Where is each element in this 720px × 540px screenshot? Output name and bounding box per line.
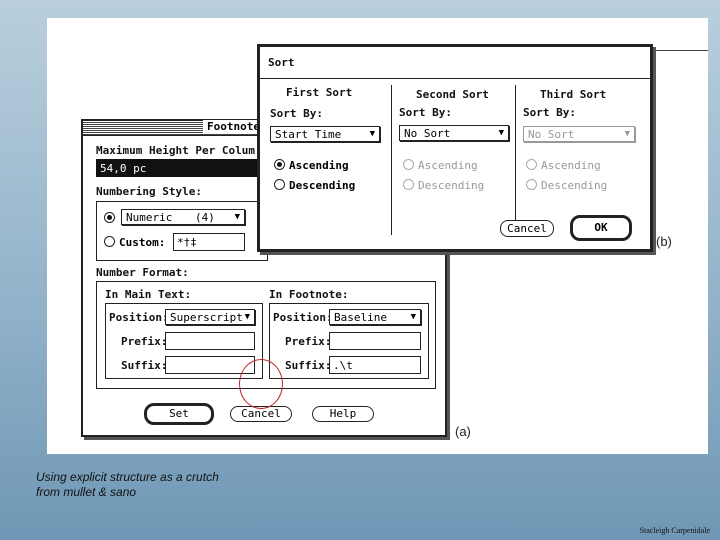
third-descending-radio[interactable]: Descending <box>526 179 607 192</box>
first-sort-heading: First Sort <box>286 86 353 99</box>
figure-label-b: (b) <box>656 234 672 249</box>
sort-cancel-button[interactable]: Cancel <box>500 220 554 237</box>
foot-suffix-value: .\t <box>333 359 353 372</box>
main-position-label: Position: <box>109 311 169 324</box>
first-sort-value: Start Time <box>275 128 342 141</box>
sort-dialog: Sort First Sort Sort By: Start Time ▼ As… <box>257 44 653 252</box>
numeric-option: Numeric <box>126 211 173 224</box>
sort-divider-1 <box>391 85 392 235</box>
annotation-circle <box>239 359 283 409</box>
sort-cancel-label: Cancel <box>507 222 547 235</box>
help-button[interactable]: Help <box>312 406 374 422</box>
numeric-radio-dot <box>104 212 115 223</box>
sort-divider-2 <box>515 85 516 235</box>
foot-position-value: Baseline <box>334 311 387 324</box>
third-sort-by-label: Sort By: <box>523 106 576 119</box>
custom-value: *†‡ <box>177 236 197 249</box>
chevron-down-icon: ▼ <box>369 129 375 139</box>
chevron-down-icon: ▼ <box>498 128 504 138</box>
second-descending-dot <box>403 179 414 190</box>
main-suffix-label: Suffix: <box>121 359 168 372</box>
second-sort-value: No Sort <box>404 127 451 140</box>
main-position-popup[interactable]: Superscript ▼ <box>165 309 255 325</box>
first-descending-radio[interactable]: Descending <box>274 179 355 192</box>
third-sort-popup[interactable]: No Sort ▼ <box>523 126 635 142</box>
numeric-value: (4) <box>194 211 215 224</box>
third-ascending-dot <box>526 159 537 170</box>
credit: Stacleigh Carpenidale <box>639 526 710 535</box>
footnote-title: Footnote <box>203 120 264 133</box>
foot-prefix-label: Prefix: <box>285 335 332 348</box>
help-button-label: Help <box>329 407 357 420</box>
numbering-style-label: Numbering Style: <box>96 185 202 198</box>
sort-title: Sort <box>268 56 295 69</box>
first-ascending-radio[interactable]: Ascending <box>274 159 349 172</box>
second-sort-by-label: Sort By: <box>399 106 452 119</box>
second-ascending-label: Ascending <box>418 159 478 172</box>
numeric-radio[interactable] <box>104 212 119 225</box>
set-button-label: Set <box>169 407 189 420</box>
first-descending-label: Descending <box>289 179 356 192</box>
max-height-field[interactable]: 54,0 pc <box>96 159 266 177</box>
custom-radio[interactable]: Custom: <box>104 236 165 249</box>
caption-line-1: Using explicit structure as a crutch <box>36 470 219 484</box>
second-descending-label: Descending <box>418 179 485 192</box>
second-sort-heading: Second Sort <box>416 88 489 101</box>
numeric-popup[interactable]: Numeric (4) ▼ <box>121 209 245 225</box>
first-ascending-dot <box>274 159 285 170</box>
max-height-label: Maximum Height Per Colum <box>96 144 255 157</box>
second-sort-popup[interactable]: No Sort ▼ <box>399 125 509 141</box>
chevron-down-icon: ▼ <box>624 129 630 139</box>
scanned-figure: Footnote Maximum Height Per Colum 54,0 p… <box>47 18 708 454</box>
ok-button-label: OK <box>594 221 608 234</box>
foot-suffix-field[interactable]: .\t <box>329 356 421 374</box>
first-sort-by-label: Sort By: <box>270 107 323 120</box>
foot-position-label: Position: <box>273 311 333 324</box>
third-sort-value: No Sort <box>528 128 575 141</box>
set-button[interactable]: Set <box>144 403 214 425</box>
main-prefix-field[interactable] <box>165 332 255 350</box>
chevron-down-icon: ▼ <box>410 312 416 322</box>
third-ascending-radio[interactable]: Ascending <box>526 159 601 172</box>
caption: Using explicit structure as a crutch fro… <box>36 470 219 500</box>
custom-radio-dot <box>104 236 115 247</box>
third-sort-heading: Third Sort <box>540 88 607 101</box>
ok-button[interactable]: OK <box>570 215 632 241</box>
first-sort-popup[interactable]: Start Time ▼ <box>270 126 380 142</box>
sort-title-rule <box>260 78 650 79</box>
chevron-down-icon: ▼ <box>234 212 240 222</box>
number-format-label: Number Format: <box>96 266 189 279</box>
main-prefix-label: Prefix: <box>121 335 168 348</box>
main-position-value: Superscript <box>170 311 243 324</box>
foot-prefix-field[interactable] <box>329 332 421 350</box>
third-descending-label: Descending <box>541 179 608 192</box>
main-text-label: In Main Text: <box>105 288 192 301</box>
first-descending-dot <box>274 179 285 190</box>
third-ascending-label: Ascending <box>541 159 601 172</box>
in-footnote-label: In Footnote: <box>269 288 349 301</box>
second-ascending-dot <box>403 159 414 170</box>
chevron-down-icon: ▼ <box>244 312 250 322</box>
max-height-value: 54,0 pc <box>100 162 147 175</box>
first-ascending-label: Ascending <box>289 159 349 172</box>
second-ascending-radio[interactable]: Ascending <box>403 159 478 172</box>
foot-position-popup[interactable]: Baseline ▼ <box>329 309 421 325</box>
custom-label: Custom: <box>119 236 166 249</box>
second-descending-radio[interactable]: Descending <box>403 179 484 192</box>
foot-suffix-label: Suffix: <box>285 359 332 372</box>
third-descending-dot <box>526 179 537 190</box>
caption-line-2: from mullet & sano <box>36 485 137 499</box>
custom-field[interactable]: *†‡ <box>173 233 245 251</box>
figure-label-a: (a) <box>455 424 471 439</box>
